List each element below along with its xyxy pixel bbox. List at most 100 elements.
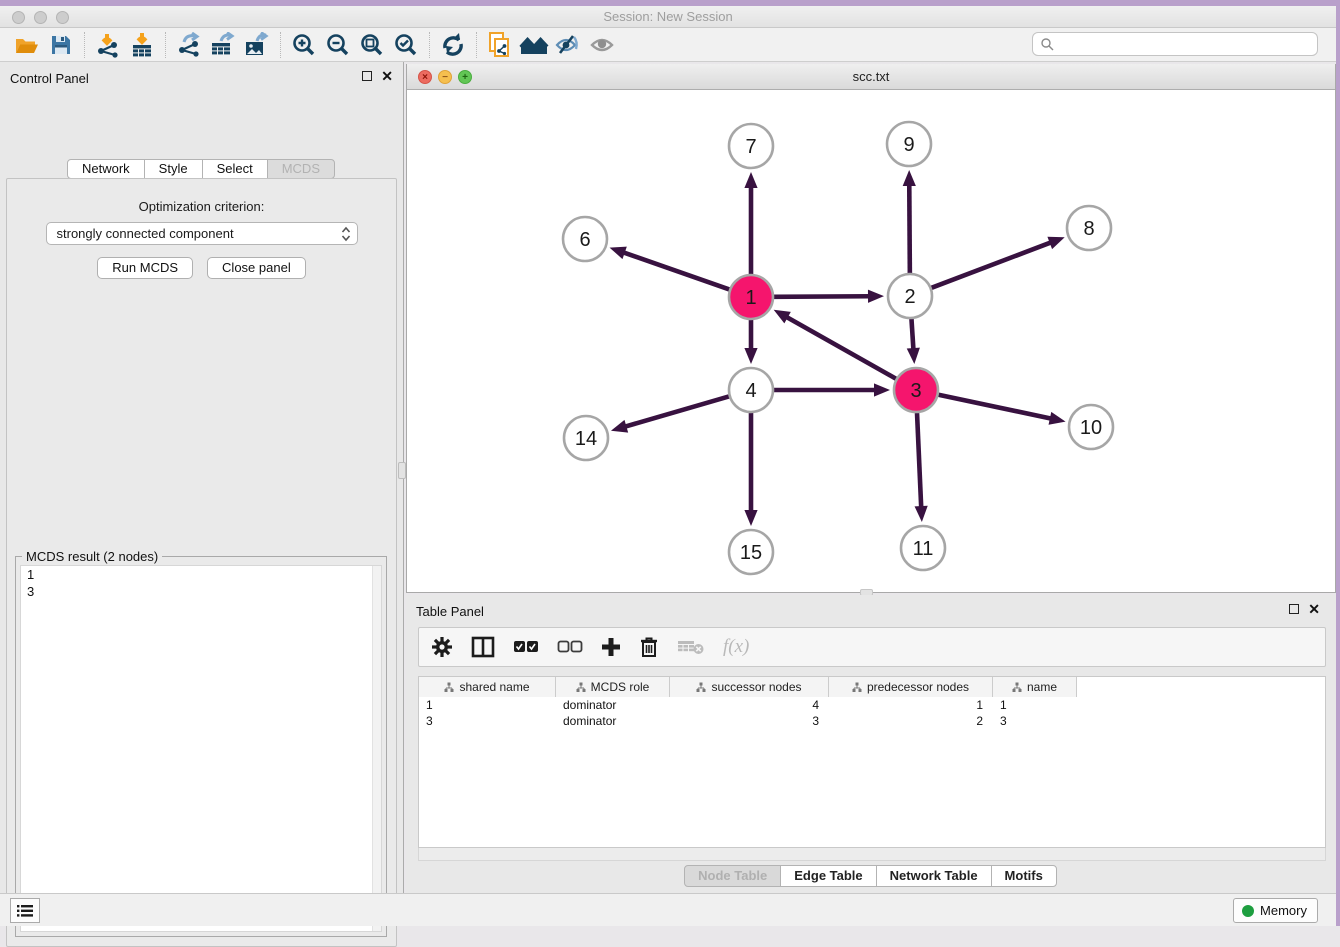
edge-2-3[interactable] — [911, 319, 913, 350]
hide-selected-button[interactable] — [551, 31, 585, 59]
search-icon — [1040, 37, 1054, 51]
table-cell[interactable]: dominator — [556, 697, 670, 713]
column-header-MCDS-role[interactable]: MCDS role — [556, 677, 670, 697]
tab-motifs[interactable]: Motifs — [991, 865, 1057, 887]
open-session-button[interactable] — [10, 31, 44, 59]
column-type-icon — [1012, 682, 1022, 692]
zoom-fit-icon — [359, 32, 385, 58]
memory-button[interactable]: Memory — [1233, 898, 1318, 923]
mcds-result-item[interactable]: 1 — [21, 566, 381, 583]
zoom-in-icon — [291, 32, 317, 58]
show-panels-button[interactable] — [10, 898, 40, 923]
node-table[interactable]: shared name MCDS role successor nodesprede… — [418, 676, 1326, 848]
edge-1-6[interactable] — [623, 252, 730, 289]
column-header-shared-name[interactable]: shared name — [419, 677, 556, 697]
table-cell[interactable]: 1 — [993, 697, 1077, 713]
toggle-columns-button[interactable] — [471, 633, 495, 661]
show-hidden-button[interactable] — [585, 31, 619, 59]
table-panel-close-icon[interactable]: ✕ — [1308, 604, 1320, 614]
table-cell[interactable]: dominator — [556, 713, 670, 729]
table-settings-button[interactable] — [431, 633, 453, 661]
network-canvas[interactable]: 7968124314101511 — [407, 90, 1335, 591]
node-label-6: 6 — [579, 229, 590, 251]
search-input[interactable] — [1054, 37, 1317, 51]
edge-4-14[interactable] — [624, 396, 729, 426]
export-image-button[interactable] — [240, 31, 274, 59]
panel-splitter-handle[interactable] — [398, 462, 406, 479]
table-cell[interactable]: 1 — [419, 697, 556, 713]
table-panel-float-icon[interactable] — [1289, 604, 1299, 614]
tab-select[interactable]: Select — [202, 159, 268, 179]
columns-icon — [471, 636, 495, 658]
tab-node-table[interactable]: Node Table — [684, 865, 781, 887]
mcds-result-title: MCDS result (2 nodes) — [22, 549, 162, 564]
table-row[interactable]: 3dominator323 — [419, 713, 1325, 729]
clone-network-button[interactable] — [483, 31, 517, 59]
zoom-out-button[interactable] — [321, 31, 355, 59]
control-panel-float-icon[interactable] — [362, 71, 372, 81]
edge-1-2[interactable] — [774, 296, 870, 297]
column-header-name[interactable]: name — [993, 677, 1077, 697]
tab-network[interactable]: Network — [67, 159, 145, 179]
show-all-networks-button[interactable] — [517, 31, 551, 59]
optimization-criterion-label: Optimization criterion: — [7, 199, 396, 214]
delete-table-button[interactable] — [677, 633, 705, 661]
tab-mcds[interactable]: MCDS — [267, 159, 335, 179]
delete-row-button[interactable] — [639, 633, 659, 661]
function-builder-button[interactable]: f(x) — [723, 633, 749, 661]
table-body: 1dominator4113dominator323 — [419, 697, 1325, 847]
double-home-icon — [519, 33, 549, 57]
criterion-dropdown[interactable]: strongly connected component — [46, 222, 358, 245]
select-all-button[interactable] — [513, 633, 539, 661]
export-table-icon — [209, 32, 237, 58]
export-table-button[interactable] — [206, 31, 240, 59]
network-graph[interactable]: 7968124314101511 — [407, 90, 1335, 591]
apply-layout-button[interactable] — [436, 31, 470, 59]
table-cell[interactable]: 2 — [829, 713, 993, 729]
table-row[interactable]: 1dominator411 — [419, 697, 1325, 713]
window-titlebar: Session: New Session — [0, 6, 1336, 28]
edge-3-10[interactable] — [939, 395, 1052, 419]
table-cell[interactable]: 3 — [670, 713, 829, 729]
column-header-successor-nodes[interactable]: successor nodes — [670, 677, 829, 697]
node-label-11: 11 — [913, 538, 934, 560]
eye-icon — [588, 34, 616, 56]
export-network-button[interactable] — [172, 31, 206, 59]
network-view-window: × − + scc.txt 7968124314101511 — [406, 64, 1336, 593]
table-cell[interactable]: 3 — [993, 713, 1077, 729]
zoom-in-button[interactable] — [287, 31, 321, 59]
edge-2-8[interactable] — [932, 242, 1052, 288]
node-label-10: 10 — [1080, 417, 1102, 439]
column-header-label: MCDS role — [591, 680, 650, 694]
mcds-result-item[interactable]: 3 — [21, 583, 381, 600]
table-cell[interactable]: 1 — [829, 697, 993, 713]
edge-3-11[interactable] — [917, 413, 921, 508]
import-table-button[interactable] — [125, 31, 159, 59]
import-network-button[interactable] — [91, 31, 125, 59]
deselect-all-button[interactable] — [557, 633, 583, 661]
tab-edge-table[interactable]: Edge Table — [780, 865, 876, 887]
close-panel-button[interactable]: Close panel — [207, 257, 306, 279]
import-table-icon — [129, 32, 155, 58]
table-cell[interactable]: 3 — [419, 713, 556, 729]
result-scrollbar[interactable] — [372, 566, 381, 931]
save-session-button[interactable] — [44, 31, 78, 59]
list-icon — [16, 904, 34, 918]
zoom-selected-button[interactable] — [389, 31, 423, 59]
add-row-button[interactable] — [601, 633, 621, 661]
zoom-fit-button[interactable] — [355, 31, 389, 59]
run-mcds-button[interactable]: Run MCDS — [97, 257, 193, 279]
column-header-predecessor-nodes[interactable]: predecessor nodes — [829, 677, 993, 697]
edge-2-9[interactable] — [909, 184, 910, 273]
toolbar-separator — [429, 32, 430, 58]
tab-style[interactable]: Style — [144, 159, 203, 179]
edge-3-1[interactable] — [786, 317, 896, 379]
table-cell[interactable]: 4 — [670, 697, 829, 713]
control-panel-close-icon[interactable]: ✕ — [381, 71, 393, 81]
export-image-icon — [243, 32, 271, 58]
mcds-result-list[interactable]: 13 — [20, 565, 382, 932]
eye-slash-icon — [554, 34, 582, 56]
node-label-14: 14 — [575, 428, 597, 450]
search-field[interactable] — [1032, 32, 1318, 56]
tab-network-table[interactable]: Network Table — [876, 865, 992, 887]
